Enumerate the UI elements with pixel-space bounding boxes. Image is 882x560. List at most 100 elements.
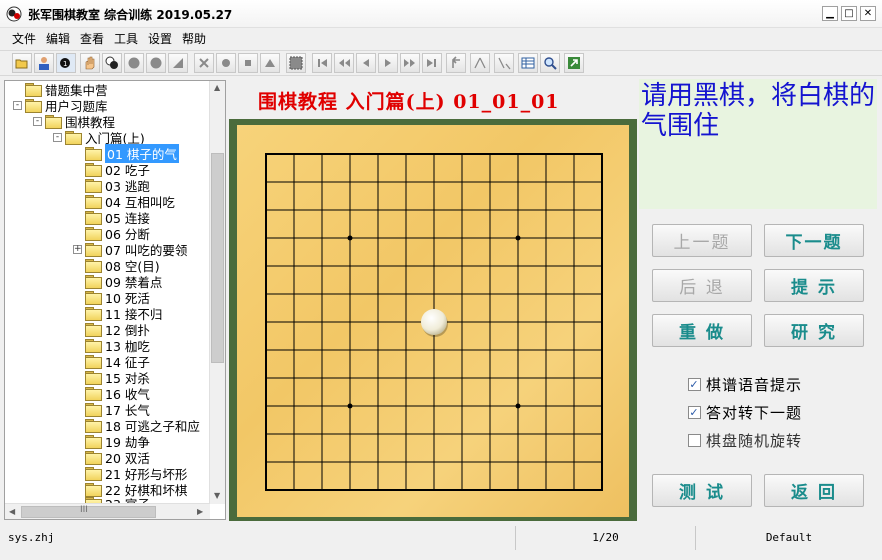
problem-title: 围棋教程 入门篇(上) 01_01_01 (258, 91, 560, 113)
tree-vertical-scrollbar[interactable]: ▲ ▼ (209, 81, 225, 504)
scroll-down-icon[interactable]: ▼ (214, 491, 220, 500)
folder-icon (85, 243, 102, 257)
study-button[interactable]: 研 究 (764, 314, 864, 347)
return-button[interactable]: 返 回 (764, 474, 864, 507)
fast-forward-icon[interactable] (400, 53, 420, 73)
scroll-thumb[interactable]: III (21, 505, 156, 518)
last-icon[interactable] (422, 53, 442, 73)
folder-icon (85, 307, 102, 321)
go-board[interactable] (237, 125, 629, 517)
folder-icon (45, 115, 62, 129)
circle-icon[interactable] (124, 53, 144, 73)
folder-icon (85, 275, 102, 289)
move-b-icon[interactable] (494, 53, 514, 73)
triangle-icon[interactable] (260, 53, 280, 73)
folder-icon (85, 387, 102, 401)
triangle-left-icon[interactable] (168, 53, 188, 73)
tree-horizontal-scrollbar[interactable]: ◀ III ▶ (5, 503, 210, 519)
menu-bar: 文件 编辑 查看 工具 设置 帮助 (0, 28, 882, 48)
menu-file[interactable]: 文件 (12, 30, 36, 47)
menu-edit[interactable]: 编辑 (46, 30, 70, 47)
checkbox-label: 棋盘随机旋转 (706, 432, 803, 450)
status-file: sys.zhj (0, 526, 516, 550)
board-grid[interactable] (237, 125, 629, 517)
redo-button[interactable]: 重 做 (652, 314, 752, 347)
menu-tools[interactable]: 工具 (114, 30, 138, 47)
menu-view[interactable]: 查看 (80, 30, 104, 47)
folder-icon (85, 483, 102, 497)
stones-icon[interactable] (102, 53, 122, 73)
scroll-grip: III (80, 505, 88, 515)
undo-branch-icon[interactable] (446, 53, 466, 73)
close-button[interactable]: ✕ (860, 6, 876, 21)
app-icon (6, 6, 22, 22)
folder-icon (85, 211, 102, 225)
maximize-button[interactable]: □ (841, 6, 857, 21)
checkbox-box[interactable]: ✓ (688, 406, 701, 419)
hint-button[interactable]: 提 示 (764, 269, 864, 302)
status-profile: Default (765, 531, 813, 544)
move-a-icon[interactable] (470, 53, 490, 73)
status-page: 1/20 (516, 526, 696, 550)
folder-icon (25, 99, 42, 113)
fast-back-icon[interactable] (334, 53, 354, 73)
folder-icon (85, 451, 102, 465)
svg-text:1: 1 (63, 60, 67, 68)
back-icon[interactable] (356, 53, 376, 73)
star-point (515, 235, 521, 241)
dot-icon[interactable] (216, 53, 236, 73)
collapse-icon[interactable]: - (53, 132, 62, 142)
search-icon[interactable] (540, 53, 560, 73)
folder-icon (85, 371, 102, 385)
folder-icon (85, 419, 102, 433)
next-problem-button[interactable]: 下一题 (764, 224, 864, 257)
cross-icon[interactable] (194, 53, 214, 73)
fill-square-icon[interactable] (286, 53, 306, 73)
step-back-button[interactable]: 后 退 (652, 269, 752, 302)
checkbox-box[interactable] (688, 434, 701, 447)
folder-icon (85, 435, 102, 449)
circle-icon-2[interactable] (146, 53, 166, 73)
folder-icon (85, 355, 102, 369)
hand-icon[interactable] (80, 53, 100, 73)
star-point (347, 235, 353, 241)
folder-icon (85, 323, 102, 337)
voice-hint-checkbox[interactable]: ✓ 棋谱语音提示 (688, 374, 802, 395)
forward-icon[interactable] (378, 53, 398, 73)
folder-icon (85, 227, 102, 241)
folder-icon (85, 163, 102, 177)
open-folder-icon[interactable] (12, 53, 32, 73)
stone-number-icon[interactable]: 1 (56, 53, 76, 73)
prompt-text: 请用黑棋，将白棋的气围住 (641, 81, 876, 141)
minimize-button[interactable]: ▁ (822, 6, 838, 21)
first-icon[interactable] (312, 53, 332, 73)
square-icon[interactable] (238, 53, 258, 73)
folder-icon (85, 403, 102, 417)
collapse-icon[interactable]: - (33, 116, 42, 126)
scroll-up-icon[interactable]: ▲ (214, 83, 220, 92)
checkbox-label: 答对转下一题 (706, 404, 803, 422)
collapse-icon[interactable]: - (13, 100, 22, 110)
export-icon[interactable] (564, 53, 584, 73)
folder-icon (85, 467, 102, 481)
checkbox-label: 棋谱语音提示 (706, 376, 803, 394)
table-icon[interactable] (518, 53, 538, 73)
checkbox-box[interactable]: ✓ (688, 378, 701, 391)
menu-settings[interactable]: 设置 (148, 30, 172, 47)
white-stone (421, 309, 447, 335)
folder-icon (85, 339, 102, 353)
scroll-thumb[interactable] (211, 153, 224, 363)
folder-icon (25, 83, 42, 97)
test-button[interactable]: 测 试 (652, 474, 752, 507)
menu-help[interactable]: 帮助 (182, 30, 206, 47)
title-bar: 张军围棋教室 综合训练 2019.05.27 ▁ □ ✕ (0, 0, 882, 28)
scroll-right-icon[interactable]: ▶ (197, 507, 203, 516)
scroll-left-icon[interactable]: ◀ (9, 507, 15, 516)
user-icon[interactable] (34, 53, 54, 73)
exercise-tree[interactable]: 错题集中营 - 用户习题库 - 围棋教程 - 入门篇(上) 01 棋子的气 02 吃子… (4, 80, 226, 520)
random-rotate-checkbox[interactable]: 棋盘随机旋转 (688, 430, 802, 451)
prev-problem-button[interactable]: 上一题 (652, 224, 752, 257)
folder-icon (85, 291, 102, 305)
auto-next-checkbox[interactable]: ✓ 答对转下一题 (688, 402, 802, 423)
expand-icon[interactable]: + (73, 244, 82, 254)
